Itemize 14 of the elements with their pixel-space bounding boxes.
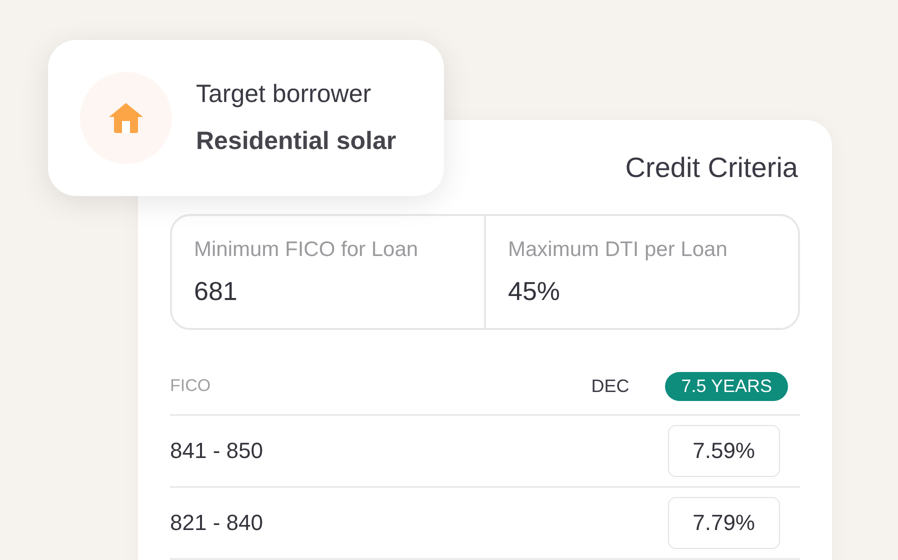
- rate-field[interactable]: 7.79%: [668, 497, 780, 549]
- rate-field[interactable]: 7.59%: [668, 425, 780, 477]
- stat-label: Maximum DTI per Loan: [508, 238, 728, 262]
- stat-label: Minimum FICO for Loan: [194, 238, 420, 262]
- borrower-value: Residential solar: [196, 127, 396, 156]
- stat-value: 45%: [508, 276, 562, 307]
- term-tab[interactable]: DEC: [575, 372, 646, 400]
- card-title: Credit Criteria: [624, 152, 798, 184]
- column-header: FICO: [170, 376, 211, 396]
- fico-range: 841 - 850: [170, 438, 263, 464]
- term-tab[interactable]: 7.5 YEARS: [665, 372, 788, 400]
- borrower-label: Target borrower: [196, 80, 372, 109]
- fico-range: 821 - 840: [170, 510, 263, 536]
- stat-value: 681: [194, 276, 238, 307]
